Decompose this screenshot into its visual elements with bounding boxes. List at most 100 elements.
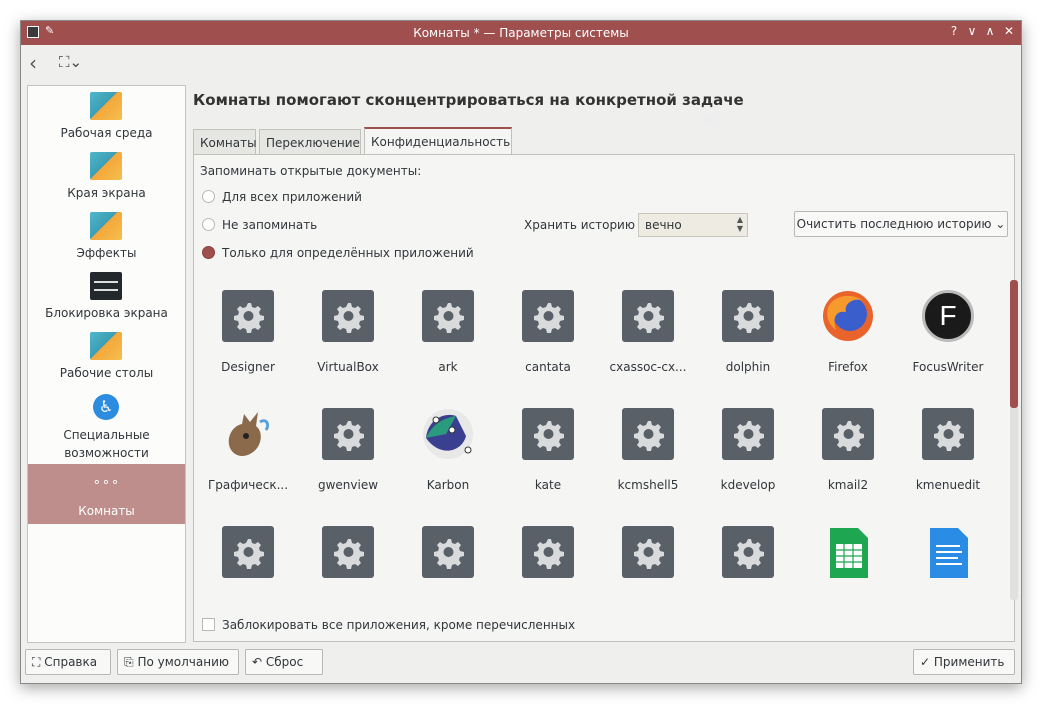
back-button[interactable]: ‹: [29, 51, 37, 75]
sidebar-item-virtual-desktops[interactable]: Рабочие столы: [28, 326, 185, 386]
app-grid: Designer VirtualBox ark cantata cxassoc-…: [194, 280, 1004, 598]
help-footer-button[interactable]: ⛶ Справка: [25, 649, 111, 675]
sidebar-item-label: Края экрана: [67, 186, 146, 200]
defaults-button[interactable]: ⎘ По умолчанию: [117, 649, 239, 675]
tab-activities[interactable]: Комнаты: [193, 129, 257, 155]
window-title: Комнаты * — Параметры системы: [413, 26, 629, 40]
app-item[interactable]: [398, 516, 498, 598]
gear-icon: [522, 290, 574, 342]
spin-arrows-icon[interactable]: ▲ ▼: [737, 215, 743, 233]
app-grid-scrollbar[interactable]: [1010, 280, 1018, 600]
radio-specific-apps-label[interactable]: Только для определённых приложений: [222, 246, 474, 260]
app-name: kdevelop: [720, 478, 776, 492]
reset-button[interactable]: ↶ Сброс: [245, 649, 323, 675]
rooms-menu-button[interactable]: ⛶⌄: [59, 53, 82, 71]
app-item[interactable]: kmail2: [798, 398, 898, 516]
apply-button[interactable]: ✓ Применить: [913, 649, 1015, 675]
sidebar: Рабочая среда Края экрана Эффекты Блокир…: [27, 85, 186, 643]
app-item[interactable]: [298, 516, 398, 598]
sidebar-item-label: Комнаты: [78, 504, 135, 518]
app-item[interactable]: [498, 516, 598, 598]
app-item[interactable]: cxassoc-cx...: [598, 280, 698, 398]
radio-all-apps[interactable]: [202, 190, 215, 203]
app-name: kcmshell5: [617, 478, 679, 492]
settings-window: ✎ Комнаты * — Параметры системы ? ∨ ∧ ✕ …: [20, 20, 1022, 684]
app-item[interactable]: dolphin: [698, 280, 798, 398]
sidebar-item-screen-edges[interactable]: Края экрана: [28, 146, 185, 206]
reset-label: Сброс: [265, 655, 304, 669]
app-item[interactable]: [598, 516, 698, 598]
app-item[interactable]: F FocusWriter: [898, 280, 998, 398]
app-item[interactable]: VirtualBox: [298, 280, 398, 398]
app-item[interactable]: [698, 516, 798, 598]
app-name: kmail2: [827, 478, 869, 492]
app-item[interactable]: gwenview: [298, 398, 398, 516]
gear-icon: [322, 526, 374, 578]
screen-lock-icon: [90, 272, 122, 300]
sidebar-item-workspace[interactable]: Рабочая среда: [28, 86, 185, 146]
clear-history-label: Очистить последнюю историю: [796, 217, 992, 231]
history-spinbox[interactable]: вечно ▲ ▼: [638, 213, 748, 237]
app-item[interactable]: kate: [498, 398, 598, 516]
accessibility-icon: ♿: [93, 394, 119, 420]
block-all-checkbox[interactable]: [202, 618, 215, 631]
tab-switching[interactable]: Переключение: [259, 129, 361, 155]
chevron-down-icon: ⌄: [995, 217, 1006, 231]
sidebar-item-activities[interactable]: ∘∘∘ Комнаты: [28, 464, 185, 524]
app-item[interactable]: [798, 516, 898, 598]
gear-icon: [822, 408, 874, 460]
app-name: kmenuedit: [915, 478, 981, 492]
app-name: gwenview: [317, 478, 379, 492]
privacy-panel: Запоминать открытые документы: Для всех …: [193, 154, 1018, 642]
radio-dont-remember-label[interactable]: Не запоминать: [222, 218, 317, 232]
history-value: вечно: [645, 218, 682, 232]
app-name: Графическ...: [207, 478, 289, 492]
sidebar-item-accessibility[interactable]: ♿ Специальные возможности: [28, 386, 185, 464]
app-item[interactable]: kcmshell5: [598, 398, 698, 516]
app-item[interactable]: ark: [398, 280, 498, 398]
app-item[interactable]: kdevelop: [698, 398, 798, 516]
app-item[interactable]: Firefox: [798, 280, 898, 398]
app-name: Designer: [221, 360, 275, 374]
gear-icon: [222, 526, 274, 578]
effects-icon: [90, 212, 122, 240]
app-name: ark: [438, 360, 458, 374]
radio-dont-remember[interactable]: [202, 218, 215, 231]
clear-history-button[interactable]: Очистить последнюю историю ⌄: [794, 211, 1008, 237]
gear-icon: [622, 290, 674, 342]
app-name: cantata: [525, 360, 571, 374]
defaults-label: По умолчанию: [137, 655, 229, 669]
app-item[interactable]: cantata: [498, 280, 598, 398]
app-item[interactable]: Karbon: [398, 398, 498, 516]
gear-icon: [322, 290, 374, 342]
app-item[interactable]: [198, 516, 298, 598]
minimize-button[interactable]: ∨: [965, 24, 979, 38]
app-item[interactable]: Графическ...: [198, 398, 298, 516]
toolbar: ‹ ⛶⌄: [21, 45, 1021, 85]
maximize-button[interactable]: ∧: [983, 24, 997, 38]
close-button[interactable]: ✕: [1002, 24, 1016, 38]
focuswriter-icon: F: [922, 290, 974, 342]
sidebar-item-effects[interactable]: Эффекты: [28, 206, 185, 266]
radio-specific-apps[interactable]: [202, 246, 215, 259]
screen-edges-icon: [90, 152, 122, 180]
sidebar-item-label: Специальные возможности: [63, 428, 150, 460]
app-item[interactable]: Designer: [198, 280, 298, 398]
sidebar-item-screen-lock[interactable]: Блокировка экрана: [28, 266, 185, 326]
app-item[interactable]: [898, 516, 998, 598]
firefox-icon: [823, 291, 873, 341]
help-button[interactable]: ?: [947, 24, 961, 38]
titlebar: ✎ Комнаты * — Параметры системы ? ∨ ∧ ✕: [21, 21, 1021, 45]
virtual-desktops-icon: [90, 332, 122, 360]
radio-all-apps-label[interactable]: Для всех приложений: [222, 190, 362, 204]
defaults-icon: ⎘: [124, 655, 134, 669]
gear-icon: [422, 290, 474, 342]
sidebar-item-label: Рабочая среда: [60, 126, 153, 140]
gimp-icon: [228, 412, 270, 456]
sidebar-item-label: Эффекты: [76, 246, 137, 260]
block-all-label[interactable]: Заблокировать все приложения, кроме пере…: [222, 618, 575, 632]
scrollbar-thumb[interactable]: [1010, 280, 1018, 408]
tab-privacy[interactable]: Конфиденциальность: [364, 127, 512, 157]
gear-icon: [522, 408, 574, 460]
app-item[interactable]: kmenuedit: [898, 398, 998, 516]
